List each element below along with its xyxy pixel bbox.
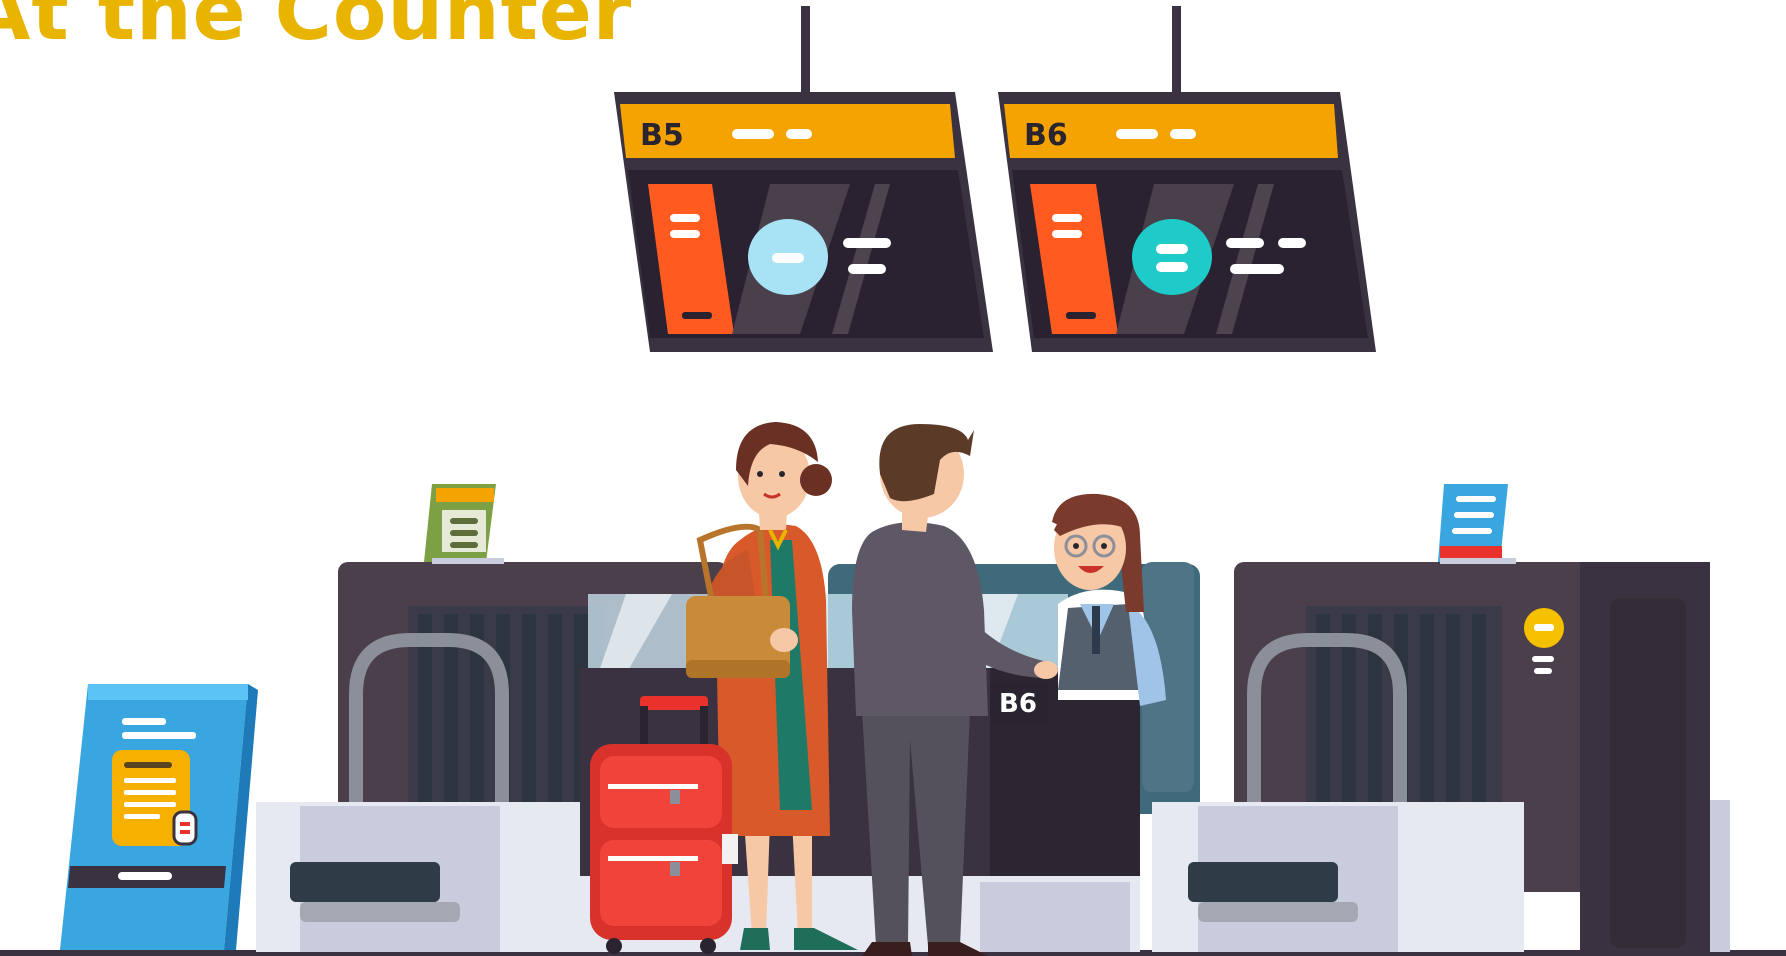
departure-board-b6: B6 xyxy=(998,6,1376,352)
check-in-scene: B5 B6 B6 xyxy=(0,6,1786,956)
info-standee-icon xyxy=(60,684,258,950)
right-check-in-counter xyxy=(1152,484,1730,952)
airport-counter-illustration: At the Counter B5 B6 B6 xyxy=(0,0,1786,956)
gate-label-b6: B6 xyxy=(1024,118,1068,153)
desk-gate-sign: B6 xyxy=(999,689,1037,719)
departure-board-b5: B5 xyxy=(614,6,993,352)
gate-label-b5: B5 xyxy=(640,118,684,153)
